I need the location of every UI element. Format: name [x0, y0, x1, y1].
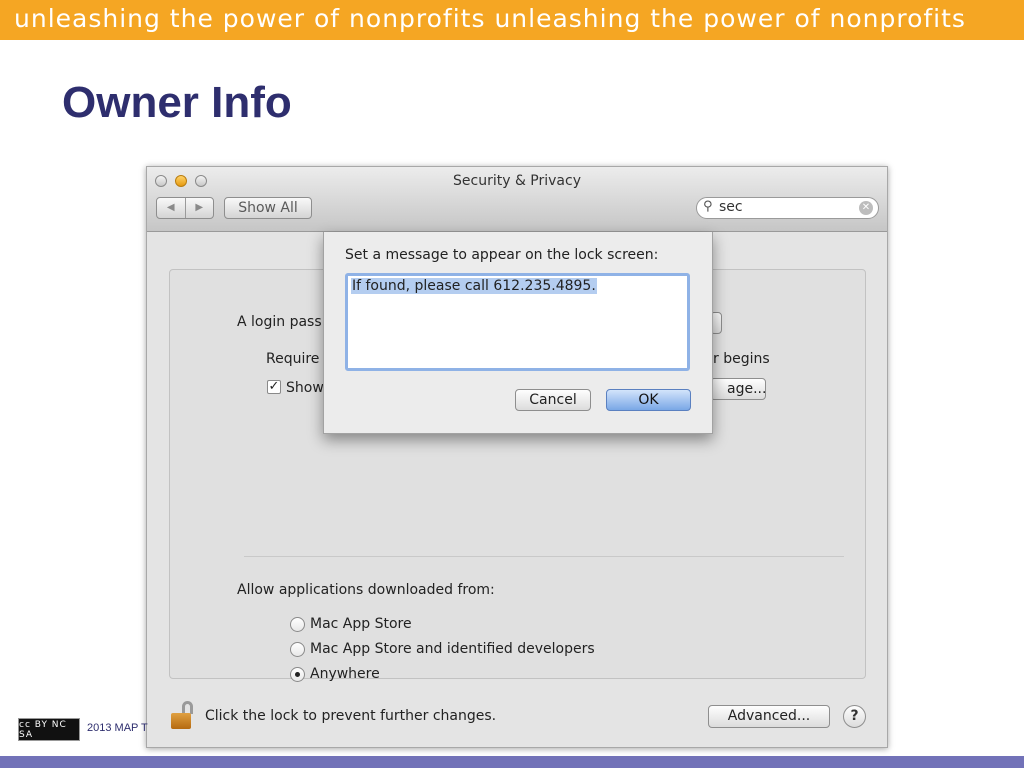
show-all-button[interactable]: Show All	[224, 197, 312, 219]
radio-anywhere[interactable]: Anywhere	[290, 666, 380, 682]
advanced-button[interactable]: Advanced...	[708, 705, 830, 728]
radio-label: Anywhere	[310, 666, 380, 682]
search-field[interactable]: ⚲ sec ✕	[696, 197, 879, 219]
slide-title: Owner Info	[62, 78, 292, 127]
cancel-button[interactable]: Cancel	[515, 389, 591, 411]
clear-search-icon[interactable]: ✕	[859, 201, 873, 215]
radio-button[interactable]	[290, 616, 305, 632]
window-title: Security & Privacy	[453, 173, 581, 189]
window-titlebar: Security & Privacy ◀ ▶ Show All ⚲ sec ✕	[147, 167, 887, 232]
show-message-checkbox[interactable]: ✓	[267, 380, 281, 394]
radio-label: Mac App Store and identified developers	[310, 641, 595, 657]
radio-button[interactable]	[290, 641, 305, 657]
set-lock-message-button[interactable]: age...	[710, 378, 766, 400]
forward-arrow-icon[interactable]: ▶	[184, 198, 214, 218]
allow-apps-label: Allow applications downloaded from:	[237, 582, 495, 598]
search-input[interactable]: sec	[719, 199, 743, 215]
lock-message-prompt: Set a message to appear on the lock scre…	[345, 247, 659, 263]
search-icon: ⚲	[703, 199, 713, 214]
help-button[interactable]: ?	[843, 705, 866, 728]
lock-icon[interactable]	[169, 701, 199, 731]
ok-button[interactable]: OK	[606, 389, 691, 411]
slide-banner: unleashing the power of nonprofits unlea…	[0, 0, 1024, 40]
creative-commons-badge: cc BY NC SA	[18, 718, 80, 741]
login-password-label: A login pass	[237, 314, 322, 330]
lock-message-text[interactable]: If found, please call 612.235.4895.	[351, 278, 597, 294]
slide-bottom-bar	[0, 756, 1024, 768]
back-arrow-icon[interactable]: ◀	[157, 198, 185, 218]
radio-label: Mac App Store	[310, 616, 412, 632]
radio-button-selected[interactable]	[290, 666, 305, 682]
radio-mac-app-store[interactable]: Mac App Store	[290, 616, 412, 632]
section-divider	[244, 556, 844, 557]
security-privacy-window: Security & Privacy ◀ ▶ Show All ⚲ sec ✕ …	[146, 166, 888, 748]
show-message-label: Show	[286, 380, 324, 396]
lock-message-sheet: Set a message to appear on the lock scre…	[323, 232, 713, 434]
screen-saver-begins-label: r begins	[713, 351, 770, 367]
require-password-label: Require	[266, 351, 320, 367]
radio-mac-app-store-identified[interactable]: Mac App Store and identified developers	[290, 641, 595, 657]
history-nav: ◀ ▶	[156, 197, 214, 219]
copyright-text: 2013 MAP T	[87, 722, 148, 734]
window-footer: Click the lock to prevent further change…	[147, 687, 887, 747]
lock-status-text: Click the lock to prevent further change…	[205, 708, 497, 724]
